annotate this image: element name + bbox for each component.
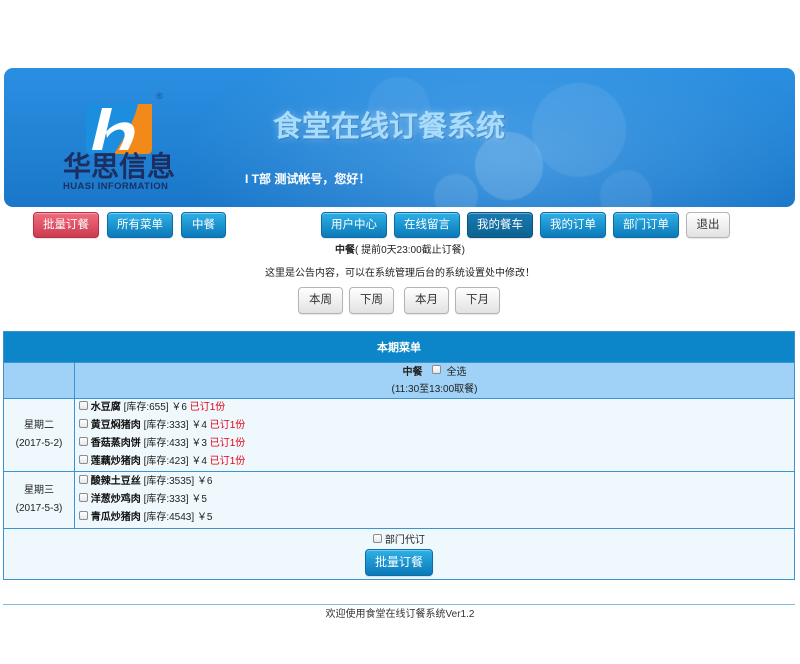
select-all-checkbox[interactable] xyxy=(431,365,441,375)
meal-header-empty-cell xyxy=(3,362,75,399)
dish-price: ￥5 xyxy=(191,494,207,505)
dish-name: 黄豆焖猪肉 xyxy=(90,420,141,431)
day-row: 星期三 (2017-5-3) 酸辣土豆丝 [库存:3535] ￥6 洋葱炒鸡肉 … xyxy=(3,471,795,529)
menu-item-checkbox[interactable] xyxy=(79,510,88,520)
dish-stock: [库存:4543] xyxy=(143,512,195,523)
dish-name: 水豆腐 xyxy=(90,402,121,413)
user-center-button[interactable]: 用户中心 xyxy=(321,212,387,238)
menu-item-checkbox[interactable] xyxy=(79,492,88,502)
dish-stock: [库存:655] xyxy=(123,402,169,413)
dish-price: ￥3 xyxy=(191,438,207,449)
batch-order-button[interactable]: 批量订餐 xyxy=(33,212,99,238)
dish-ordered-count: 已订1份 xyxy=(209,456,246,467)
dish-price: ￥5 xyxy=(196,512,213,523)
next-month-button[interactable]: 下月 xyxy=(455,287,500,314)
dish-name: 洋葱炒鸡肉 xyxy=(90,494,141,505)
order-deadline: 中餐( 提前0天23:00截止订餐) xyxy=(0,244,800,258)
menu-table: 本期菜单 中餐 全选 (11:30至13:00取餐) 星期二 (2017-5-2)… xyxy=(3,331,795,580)
menu-item: 洋葱炒鸡肉 [库存:333] ￥5 xyxy=(79,491,794,509)
dish-stock: [库存:3535] xyxy=(143,476,195,487)
dish-name: 香菇蒸肉饼 xyxy=(90,438,141,449)
dish-stock: [库存:333] xyxy=(143,420,189,431)
dept-order-label: 部门代订 xyxy=(384,535,425,546)
select-all-label: 全选 xyxy=(446,366,467,378)
day-weekday: 星期二 xyxy=(24,420,54,431)
department-orders-button[interactable]: 部门订单 xyxy=(613,212,679,238)
day-cell: 星期二 (2017-5-2) xyxy=(3,398,75,472)
greeting-dept: I T部 xyxy=(245,172,271,186)
dish-stock: [库存:433] xyxy=(143,438,189,449)
meal-select-line: 中餐 全选 xyxy=(75,364,794,381)
menu-table-header-row: 本期菜单 xyxy=(3,331,795,363)
meal-header-cell: 中餐 全选 (11:30至13:00取餐) xyxy=(74,362,795,399)
order-actions-row: 部门代订 批量订餐 xyxy=(3,528,795,580)
footer-text: 欢迎使用食堂在线订餐系统Ver1.2 xyxy=(325,609,475,620)
dept-order-checkbox[interactable] xyxy=(373,533,383,543)
order-actions-cell: 部门代订 批量订餐 xyxy=(3,528,795,580)
menu-item-checkbox[interactable] xyxy=(79,454,88,464)
dish-name: 青瓜炒猪肉 xyxy=(90,512,141,523)
logo-name-cn: 华思信息 xyxy=(63,151,176,182)
next-week-button[interactable]: 下周 xyxy=(349,287,394,314)
day-items-cell: 酸辣土豆丝 [库存:3535] ￥6 洋葱炒鸡肉 [库存:333] ￥5 青瓜炒… xyxy=(74,471,795,529)
all-menus-button[interactable]: 所有菜单 xyxy=(107,212,173,238)
header-banner: ® 华思信息 HUASI INFORMATION 食堂在线订餐系统 I T部 测… xyxy=(4,68,795,207)
day-items-cell: 水豆腐 [库存:655] ￥6 已订1份 黄豆焖猪肉 [库存:333] ￥4 已… xyxy=(74,398,795,472)
deadline-meal: 中餐 xyxy=(334,245,355,256)
dish-name: 酸辣土豆丝 xyxy=(90,476,141,487)
dish-price: ￥6 xyxy=(171,402,187,413)
day-date: (2017-5-2) xyxy=(15,438,63,449)
dept-order-option: 部门代订 xyxy=(4,533,794,549)
dish-ordered-count: 已订1份 xyxy=(209,420,246,431)
menu-item: 青瓜炒猪肉 [库存:4543] ￥5 xyxy=(79,509,794,527)
logo-name-en: HUASI INFORMATION xyxy=(63,181,169,192)
my-orders-button[interactable]: 我的订单 xyxy=(540,212,606,238)
this-month-button[interactable]: 本月 xyxy=(404,287,449,314)
nav-left-group: 批量订餐 所有菜单 中餐 xyxy=(33,212,226,238)
day-weekday: 星期三 xyxy=(24,485,54,496)
dish-price: ￥4 xyxy=(191,456,207,467)
menu-item-checkbox[interactable] xyxy=(79,474,88,484)
logout-button[interactable]: 退出 xyxy=(686,212,730,238)
page-title: 食堂在线订餐系统 xyxy=(273,111,506,143)
dish-name: 莲藕炒猪肉 xyxy=(90,456,141,467)
dish-stock: [库存:423] xyxy=(143,456,189,467)
day-row: 星期二 (2017-5-2) 水豆腐 [库存:655] ￥6 已订1份 黄豆焖猪… xyxy=(3,398,795,472)
day-date: (2017-5-3) xyxy=(15,503,63,514)
my-cart-button[interactable]: 我的餐车 xyxy=(467,212,533,238)
greeting-message: 测试帐号，您好！ xyxy=(274,172,371,186)
menu-item-checkbox[interactable] xyxy=(79,436,88,446)
nav-right-group: 用户中心 在线留言 我的餐车 我的订单 部门订单 退出 xyxy=(321,212,730,238)
menu-item: 酸辣土豆丝 [库存:3535] ￥6 xyxy=(79,473,794,491)
menu-item: 黄豆焖猪肉 [库存:333] ￥4 已订1份 xyxy=(79,417,794,435)
day-cell: 星期三 (2017-5-3) xyxy=(3,471,75,529)
pickup-time: (11:30至13:00取餐) xyxy=(391,383,478,395)
this-week-button[interactable]: 本周 xyxy=(298,287,343,314)
deadline-note: ( 提前0天23:00截止订餐) xyxy=(354,245,466,256)
menu-item: 莲藕炒猪肉 [库存:423] ￥4 已订1份 xyxy=(79,453,794,471)
footer-divider xyxy=(3,604,795,605)
menu-item-checkbox[interactable] xyxy=(79,400,88,410)
menu-item: 水豆腐 [库存:655] ￥6 已订1份 xyxy=(79,399,794,417)
huasi-logo-icon xyxy=(86,104,152,154)
registered-mark: ® xyxy=(156,91,163,101)
dish-ordered-count: 已订1份 xyxy=(189,402,226,413)
announcement: 这里是公告内容，可以在系统管理后台的系统设置处中修改！ xyxy=(265,268,535,279)
dish-price: ￥4 xyxy=(191,420,207,431)
online-message-button[interactable]: 在线留言 xyxy=(394,212,460,238)
menu-item-checkbox[interactable] xyxy=(79,418,88,428)
meal-header-row: 中餐 全选 (11:30至13:00取餐) xyxy=(3,362,795,399)
lunch-button[interactable]: 中餐 xyxy=(181,212,226,238)
dish-ordered-count: 已订1份 xyxy=(209,438,246,449)
period-switcher: 本周 下周 本月 下月 xyxy=(298,287,500,314)
menu-item: 香菇蒸肉饼 [库存:433] ￥3 已订1份 xyxy=(79,435,794,453)
user-greeting: I T部 测试帐号，您好！ xyxy=(245,172,370,186)
meal-name: 中餐 xyxy=(402,366,423,378)
dish-price: ￥6 xyxy=(196,476,213,487)
dish-stock: [库存:333] xyxy=(143,494,189,505)
submit-batch-order-button[interactable]: 批量订餐 xyxy=(365,549,433,576)
menu-table-title: 本期菜单 xyxy=(3,331,795,363)
